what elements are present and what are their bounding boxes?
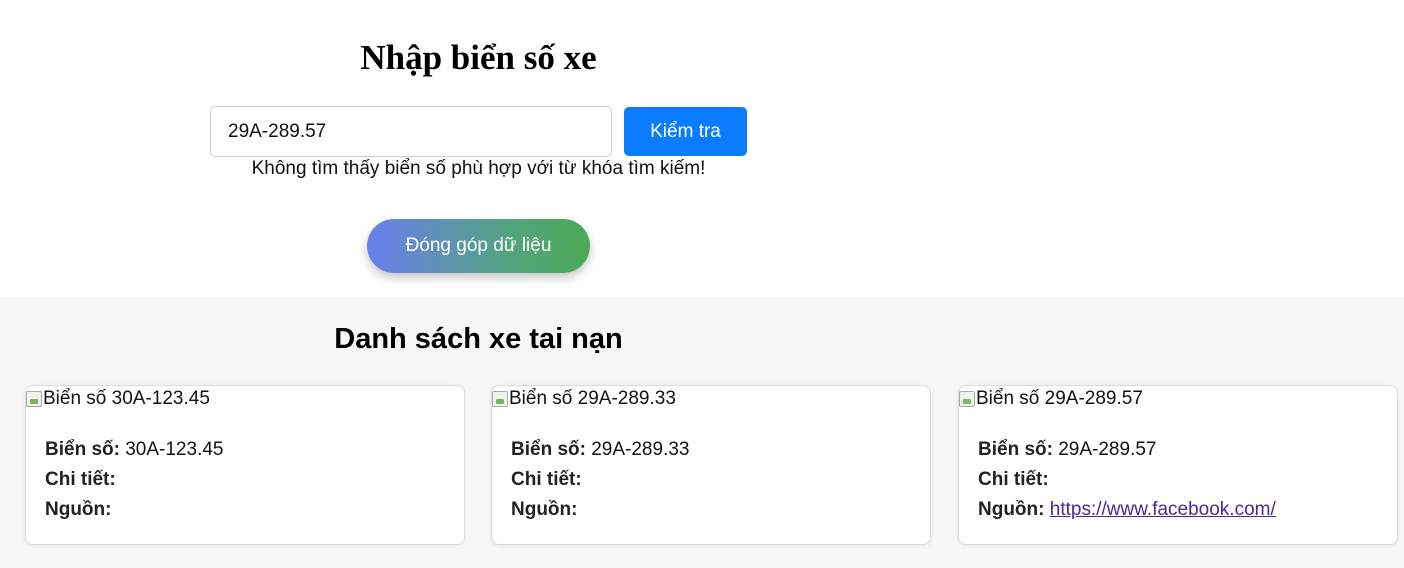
contribute-data-button[interactable]: Đóng góp dữ liệu [367, 219, 590, 273]
accident-list-section: Danh sách xe tai nạn Biển số 30A-123.45 … [0, 297, 1404, 568]
detail-label: Chi tiết: [511, 469, 582, 490]
page-title: Nhập biển số xe [360, 38, 597, 77]
broken-image-icon [492, 391, 508, 407]
plate-label: Biển số: [978, 439, 1053, 460]
card-image-alt: Biển số 30A-123.45 [43, 388, 210, 409]
card-detail-row: Chi tiết: [978, 465, 1276, 495]
card-source-row: Nguồn: [511, 495, 689, 525]
source-label: Nguồn: [45, 499, 112, 520]
accident-card: Biển số 29A-289.57 Biển số: 29A-289.57 C… [958, 385, 1398, 545]
card-body: Biển số: 29A-289.33 Chi tiết: Nguồn: [511, 435, 689, 525]
card-source-row: Nguồn: https://www.facebook.com/ [978, 495, 1276, 525]
plate-label: Biển số: [45, 439, 120, 460]
card-body: Biển số: 30A-123.45 Chi tiết: Nguồn: [45, 435, 223, 525]
card-image-alt: Biển số 29A-289.33 [509, 388, 676, 409]
search-section: Nhập biển số xe Kiểm tra Không tìm thấy … [0, 0, 1404, 297]
card-plate-row: Biển số: 30A-123.45 [45, 435, 223, 465]
plate-value: 29A-289.33 [591, 439, 690, 460]
detail-label: Chi tiết: [45, 469, 116, 490]
source-label: Nguồn: [978, 499, 1045, 520]
card-plate-row: Biển số: 29A-289.57 [978, 435, 1276, 465]
plate-value: 29A-289.57 [1058, 439, 1157, 460]
detail-label: Chi tiết: [978, 469, 1049, 490]
card-body: Biển số: 29A-289.57 Chi tiết: Nguồn: htt… [978, 435, 1276, 525]
source-label: Nguồn: [511, 499, 578, 520]
card-plate-row: Biển số: 29A-289.33 [511, 435, 689, 465]
card-detail-row: Chi tiết: [511, 465, 689, 495]
plate-search-input[interactable] [210, 106, 612, 157]
broken-image-icon [26, 391, 42, 407]
card-source-row: Nguồn: [45, 495, 223, 525]
plate-value: 30A-123.45 [125, 439, 224, 460]
no-result-message: Không tìm thấy biển số phù hợp với từ kh… [251, 158, 706, 179]
accident-card: Biển số 30A-123.45 Biển số: 30A-123.45 C… [25, 385, 465, 545]
card-image: Biển số 29A-289.33 [492, 386, 676, 412]
source-link[interactable]: https://www.facebook.com/ [1050, 499, 1276, 520]
card-image: Biển số 30A-123.45 [26, 386, 210, 412]
card-detail-row: Chi tiết: [45, 465, 223, 495]
list-title: Danh sách xe tai nạn [334, 323, 623, 355]
accident-card: Biển số 29A-289.33 Biển số: 29A-289.33 C… [491, 385, 931, 545]
card-image-alt: Biển số 29A-289.57 [976, 388, 1143, 409]
check-button[interactable]: Kiểm tra [624, 107, 747, 156]
broken-image-icon [959, 391, 975, 407]
card-image: Biển số 29A-289.57 [959, 386, 1143, 412]
plate-label: Biển số: [511, 439, 586, 460]
